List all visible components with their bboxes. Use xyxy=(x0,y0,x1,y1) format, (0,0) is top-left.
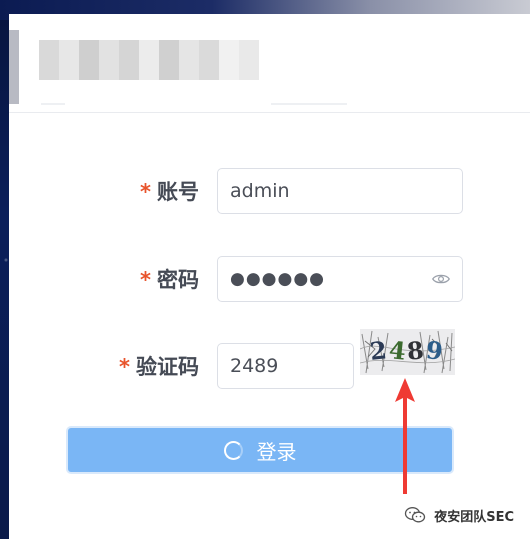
password-input[interactable]: ●●●●●● xyxy=(217,256,463,302)
red-arrow-icon xyxy=(395,378,415,494)
username-input[interactable]: admin xyxy=(217,168,463,214)
password-masked-value: ●●●●●● xyxy=(230,269,326,289)
captcha-input[interactable]: 2489 xyxy=(217,343,354,389)
login-button-label: 登录 xyxy=(256,439,297,464)
required-mark: * xyxy=(119,355,130,379)
card-header xyxy=(9,14,530,113)
wechat-icon xyxy=(405,507,426,523)
eye-icon[interactable] xyxy=(432,271,450,287)
watermark: 夜安团队SEC xyxy=(404,505,514,525)
required-mark: * xyxy=(140,180,151,204)
captcha-text: 2489 xyxy=(368,335,447,366)
header-divider xyxy=(271,103,347,105)
header-divider xyxy=(41,103,65,105)
captcha-value: 2489 xyxy=(230,355,279,377)
password-row: * 密码 ●●●●●● xyxy=(0,256,521,304)
loading-spinner-icon xyxy=(223,440,243,460)
header-accent-bar xyxy=(9,30,19,104)
username-row: * 账号 admin xyxy=(0,168,521,216)
captcha-image[interactable]: 2489 xyxy=(360,329,455,375)
username-value: admin xyxy=(230,180,290,202)
blurred-title xyxy=(39,40,259,80)
username-label: * 账号 xyxy=(140,180,199,204)
captcha-label: * 验证码 xyxy=(119,355,199,379)
password-label: * 密码 xyxy=(140,268,199,292)
required-mark: * xyxy=(140,268,151,292)
watermark-text: 夜安团队SEC xyxy=(434,509,514,525)
